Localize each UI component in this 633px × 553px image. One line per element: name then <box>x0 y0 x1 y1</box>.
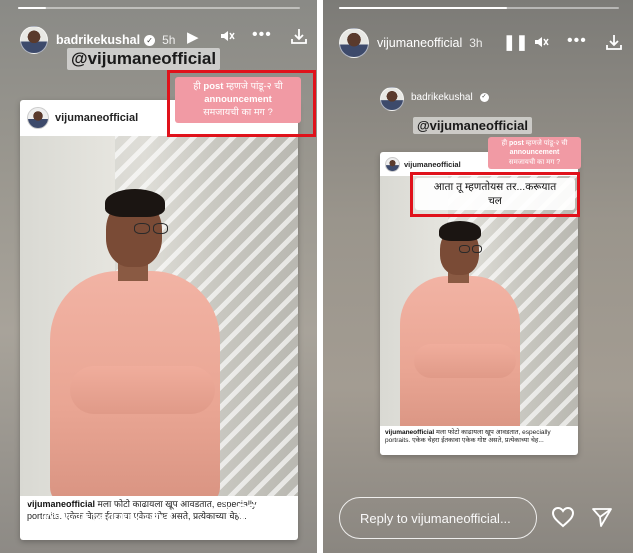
reply-input[interactable]: Reply to vijumaneofficial... <box>339 497 537 539</box>
post-username: vijumaneofficial <box>55 112 139 124</box>
highlight-box <box>167 70 316 137</box>
avatar[interactable] <box>339 28 369 58</box>
send-icon[interactable] <box>591 506 613 533</box>
heart-icon[interactable] <box>235 503 259 530</box>
avatar <box>27 107 49 129</box>
story-time: 5h <box>162 33 176 47</box>
question-sticker: ही post म्हणजे पांडू-२ ची announcement स… <box>488 137 581 170</box>
reshare-avatar <box>380 87 404 111</box>
right-story-panel: vijumaneofficial 3h ❚❚ ••• badrikekushal… <box>323 0 633 553</box>
caption-username: vijumaneofficial <box>385 429 435 436</box>
shared-post-card[interactable]: vijumaneofficial vijumaneofficial मला फो… <box>20 100 298 540</box>
person-image <box>400 216 540 426</box>
story-progress-bar <box>18 7 300 9</box>
more-icon[interactable]: ••• <box>252 26 272 44</box>
reply-input[interactable]: Reply to badrikekushal... <box>22 496 230 536</box>
person-image <box>50 181 250 496</box>
verified-badge-icon: ✓ <box>479 92 489 102</box>
send-icon[interactable] <box>275 503 297 530</box>
left-story-panel: badrikekushal ✓ 5h ▶ ••• @vijumaneoffici… <box>0 0 317 553</box>
avatar[interactable] <box>20 26 48 54</box>
more-icon[interactable]: ••• <box>567 32 587 50</box>
heart-icon[interactable] <box>551 506 575 533</box>
mute-icon[interactable] <box>219 28 235 47</box>
pause-icon[interactable]: ❚❚ <box>503 33 528 51</box>
story-username[interactable]: vijumaneofficial <box>377 36 462 50</box>
post-username: vijumaneofficial <box>404 159 461 169</box>
story-username[interactable]: badrikekushal <box>56 33 140 47</box>
download-icon[interactable] <box>290 27 308 48</box>
play-icon[interactable]: ▶ <box>187 28 199 46</box>
highlight-box <box>410 172 580 217</box>
story-time: 3h <box>469 36 483 50</box>
avatar <box>385 156 400 172</box>
post-photo <box>20 136 298 496</box>
verified-badge-icon: ✓ <box>144 34 156 46</box>
mention-sticker[interactable]: @vijumaneofficial <box>413 117 532 134</box>
mute-icon[interactable] <box>533 34 549 53</box>
story-progress-bar <box>339 7 619 9</box>
post-caption: vijumaneofficial मला फोटो काढायला खूप आव… <box>380 426 578 449</box>
mention-sticker[interactable]: @vijumaneofficial <box>67 48 221 70</box>
reshare-username: badrikekushal ✓ <box>411 92 489 103</box>
download-icon[interactable] <box>605 33 623 54</box>
